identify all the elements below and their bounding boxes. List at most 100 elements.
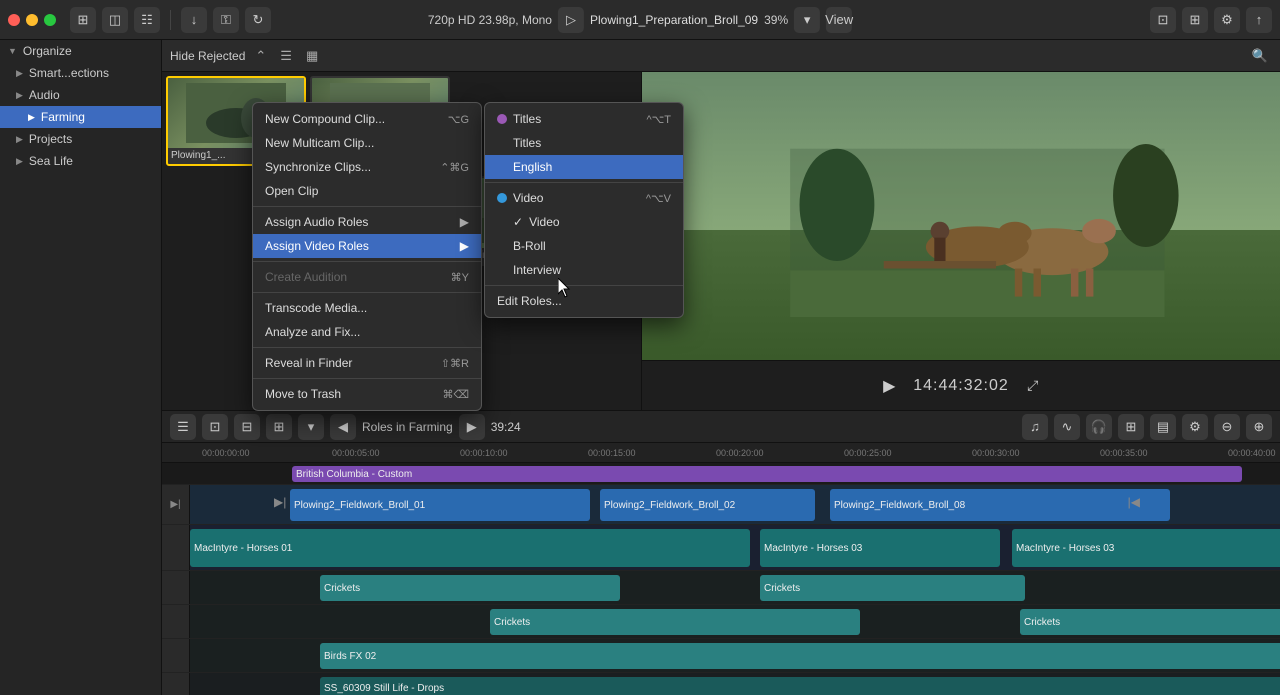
cm-sep-4 [253, 347, 481, 348]
tl-fwd-btn[interactable]: ▶ [459, 414, 485, 440]
settings-icon[interactable]: ⚙ [1214, 7, 1240, 33]
cm-move-trash[interactable]: Move to Trash ⌘⌫ [253, 382, 481, 406]
sidebar-label-audio: Audio [29, 88, 60, 102]
birds-label: Birds FX 02 [324, 651, 376, 662]
cm-audio-arrow: ▶ [460, 215, 469, 229]
tl-layout-2[interactable]: ▤ [1150, 414, 1176, 440]
grid-view-icon[interactable]: ▦ [302, 46, 322, 66]
sync-icon[interactable]: ↻ [245, 7, 271, 33]
divider-1 [170, 10, 171, 30]
crickets-top-1[interactable]: Crickets [320, 575, 620, 601]
track-video-clips: ▶| Plowing2_Fieldwork_Broll_01 Plowing2_… [162, 485, 1280, 525]
ruler-mark-1: 00:00:05:00 [332, 448, 460, 458]
preview-scene [642, 72, 1280, 360]
cm-video-roles[interactable]: Assign Video Roles ▶ [253, 234, 481, 258]
timeline-ruler: 00:00:00:00 00:00:05:00 00:00:10:00 00:0… [162, 443, 1280, 463]
sidebar-item-farming[interactable]: ▶ Farming [0, 106, 161, 128]
fullscreen-button[interactable]: ⤢ [1021, 374, 1045, 398]
tl-audio-icon[interactable]: ♫ [1022, 414, 1048, 440]
crickets-bot-2[interactable]: Crickets [1020, 609, 1280, 635]
tl-layout-3[interactable]: ⚙ [1182, 414, 1208, 440]
sidebar-label-farming: Farming [41, 110, 85, 124]
scene-svg [770, 130, 1185, 317]
tl-back-btn[interactable]: ◀ [330, 414, 356, 440]
track-still-content: SS_60309 Still Life - Drops [190, 673, 1280, 695]
library-icon[interactable]: ⊞ [70, 7, 96, 33]
cm-sync-clips[interactable]: Synchronize Clips... ⌃⌘G [253, 155, 481, 179]
clip-name: Plowing1_Preparation_Broll_09 [590, 13, 758, 27]
cm-new-compound[interactable]: New Compound Clip... ⌥G [253, 107, 481, 131]
still-life-clip[interactable]: SS_60309 Still Life - Drops [320, 677, 1280, 695]
tl-zoom-out[interactable]: ⊖ [1214, 414, 1240, 440]
tl-headphone-icon[interactable]: 🎧 [1086, 414, 1112, 440]
track-header-horses [162, 525, 190, 570]
sm-video-sub[interactable]: ✓ Video [485, 210, 683, 234]
sidebar-item-organize[interactable]: ▼ Organize [0, 40, 161, 62]
zoom-dropdown[interactable]: ▾ [794, 7, 820, 33]
key-icon[interactable]: ⚿ [213, 7, 239, 33]
maximize-button[interactable] [44, 14, 56, 26]
tl-layout-1[interactable]: ⊞ [1118, 414, 1144, 440]
horses-clip-1[interactable]: MacIntyre - Horses 01 [190, 529, 750, 567]
sm-edit-roles[interactable]: Edit Roles... [485, 289, 683, 313]
clip-view-icon[interactable]: ☰ [276, 46, 296, 66]
track-horses: MacIntyre - Horses 01 MacIntyre - Horses… [162, 525, 1280, 571]
track-video-content: Plowing2_Fieldwork_Broll_01 Plowing2_Fie… [190, 485, 1280, 524]
tl-waveform-icon[interactable]: ∿ [1054, 414, 1080, 440]
video-clip-2[interactable]: Plowing2_Fieldwork_Broll_02 [600, 489, 815, 521]
crickets-bot-1[interactable]: Crickets [490, 609, 860, 635]
crickets-t1-label: Crickets [324, 583, 360, 594]
cm-transcode[interactable]: Transcode Media... [253, 296, 481, 320]
tl-icon-2[interactable]: ⊡ [202, 414, 228, 440]
play-button[interactable]: ▶ [877, 374, 901, 398]
sidebar-item-smart-collections[interactable]: ▶ Smart...ections [0, 62, 161, 84]
layout-icon-2[interactable]: ⊞ [1182, 7, 1208, 33]
crickets-top-2[interactable]: Crickets [760, 575, 1025, 601]
sidebar-item-audio[interactable]: ▶ Audio [0, 84, 161, 106]
download-icon[interactable]: ↓ [181, 7, 207, 33]
arrow-organize: ▼ [8, 46, 17, 56]
tl-icon-5[interactable]: ▾ [298, 414, 324, 440]
index-button[interactable]: ☰ [170, 414, 196, 440]
tl-icon-3[interactable]: ⊟ [234, 414, 260, 440]
browser-icon[interactable]: ◫ [102, 7, 128, 33]
ruler-mark-2: 00:00:10:00 [460, 448, 588, 458]
minimize-button[interactable] [26, 14, 38, 26]
preview-image [642, 72, 1280, 360]
birds-clip[interactable]: Birds FX 02 [320, 643, 1280, 669]
cm-analyze[interactable]: Analyze and Fix... [253, 320, 481, 344]
cm-new-multicam[interactable]: New Multicam Clip... [253, 131, 481, 155]
sm-titles-sub[interactable]: Titles [485, 131, 683, 155]
share-icon[interactable]: ↑ [1246, 7, 1272, 33]
horses-clip-2[interactable]: MacIntyre - Horses 03 [760, 529, 1000, 567]
cm-reveal-finder[interactable]: Reveal in Finder ⇧⌘R [253, 351, 481, 375]
sm-english[interactable]: English [485, 155, 683, 179]
video-clip-3[interactable]: Plowing2_Fieldwork_Broll_08 [830, 489, 1170, 521]
format-icon[interactable]: ▷ [558, 7, 584, 33]
sm-titles-parent[interactable]: Titles ^⌥T [485, 107, 683, 131]
inspector-icon[interactable]: ☷ [134, 7, 160, 33]
timeline-label: Roles in Farming [362, 420, 453, 434]
cm-create-audition: Create Audition ⌘Y [253, 265, 481, 289]
video-clip-1[interactable]: Plowing2_Fieldwork_Broll_01 [290, 489, 590, 521]
cm-audio-roles[interactable]: Assign Audio Roles ▶ [253, 210, 481, 234]
close-button[interactable] [8, 14, 20, 26]
layout-icon-1[interactable]: ⊡ [1150, 7, 1176, 33]
tl-icon-4[interactable]: ⊞ [266, 414, 292, 440]
top-bar-center: 720p HD 23.98p, Mono ▷ Plowing1_Preparat… [428, 7, 852, 33]
crickets-t2-label: Crickets [764, 583, 800, 594]
sidebar-item-projects[interactable]: ▶ Projects [0, 128, 161, 150]
tl-zoom-in[interactable]: ⊕ [1246, 414, 1272, 440]
horses-clip-3[interactable]: MacIntyre - Horses 03 [1012, 529, 1280, 567]
clip-british-columbia[interactable]: British Columbia - Custom [292, 466, 1242, 482]
sidebar-item-sea-life[interactable]: ▶ Sea Life [0, 150, 161, 172]
filter-dropdown-icon[interactable]: ⌃ [251, 46, 270, 66]
cm-open-clip[interactable]: Open Clip [253, 179, 481, 203]
sm-video-parent[interactable]: Video ^⌥V [485, 186, 683, 210]
arrow-audio: ▶ [16, 90, 23, 101]
sm-broll[interactable]: B-Roll [485, 234, 683, 258]
sm-interview[interactable]: Interview [485, 258, 683, 282]
cm-analyze-label: Analyze and Fix... [265, 325, 360, 339]
view-button[interactable]: View [826, 7, 852, 33]
search-icon[interactable]: 🔍 [1248, 46, 1272, 66]
